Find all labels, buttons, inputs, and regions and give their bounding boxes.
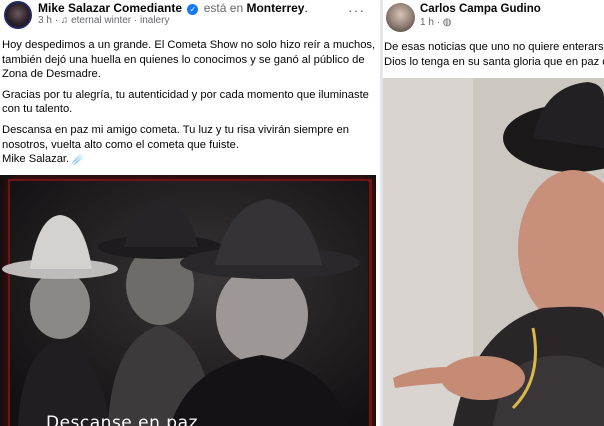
comet-emoji: ☄️ [72,153,87,166]
post-meta: 1 h · ◍ [420,17,452,28]
post-header: Mike Salazar Comediante ✓ está en Monter… [38,1,308,15]
post-photo[interactable] [383,78,604,426]
photo-illustration [2,181,368,426]
photo-caption: Descanse en paz [46,413,198,426]
post-line: Dios lo tenga en su santa gloria que en … [384,55,604,68]
right-post: Carlos Campa Gudino 1 h · ◍ De esas noti… [383,0,604,426]
post-time[interactable]: 3 h [38,15,52,26]
verified-badge-icon: ✓ [187,4,199,15]
more-options-icon[interactable]: ··· [348,2,365,18]
avatar[interactable] [386,3,415,32]
post-paragraph: Hoy despedimos a un grande. El Cometa Sh… [2,39,376,81]
left-post: Mike Salazar Comediante ✓ está en Monter… [0,0,380,426]
post-photo[interactable]: Descanse en paz [0,175,376,426]
author-name[interactable]: Mike Salazar Comediante [38,1,182,15]
post-time[interactable]: 1 h [420,17,434,28]
photo-illustration [383,78,604,426]
post-meta: 3 h · ♫ eternal winter · inalery [38,15,170,26]
post-line: De esas noticias que uno no quiere enter… [384,41,604,53]
music-track[interactable]: eternal winter · inalery [71,15,169,26]
post-body: Hoy despedimos a un grande. El Cometa Sh… [2,38,376,173]
post-signature: Mike Salazar. [2,153,70,166]
post-paragraph: Descansa en paz mi amigo cometa. Tu luz … [2,123,349,151]
music-note-icon: ♫ [60,15,69,26]
globe-icon: ◍ [442,17,452,28]
status-prefix: está en [203,1,244,15]
post-body: De esas noticias que uno no quiere enter… [384,40,604,69]
avatar[interactable] [4,1,32,29]
author-name[interactable]: Carlos Campa Gudino [420,3,541,15]
post-signature-line: Mike Salazar. ☄️ [2,152,376,167]
location-link[interactable]: Monterrey [246,1,304,15]
post-paragraph: Gracias por tu alegría, tu autenticidad … [2,88,369,116]
